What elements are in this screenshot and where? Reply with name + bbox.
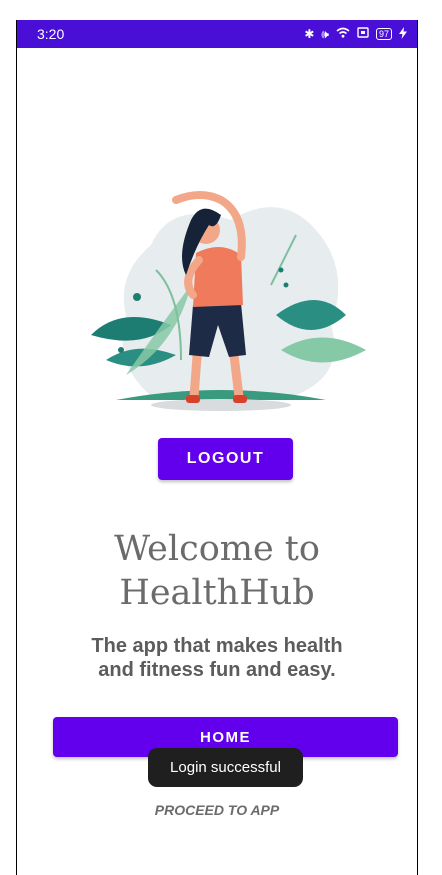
proceed-to-app-link[interactable]: PROCEED TO APP <box>17 802 417 818</box>
login-toast: Login successful <box>148 748 303 787</box>
tagline-line-2: and fitness fun and easy. <box>98 659 336 681</box>
status-time: 3:20 <box>37 26 65 42</box>
vibrate-icon: 🕪 <box>321 26 329 41</box>
exercise-illustration <box>91 191 366 411</box>
app-screen: 3:20 ✱ 🕪 97 LOGOUT Welcome to HealthHub … <box>16 20 418 875</box>
status-bar: 3:20 ✱ 🕪 97 <box>17 20 417 48</box>
welcome-line-2: HealthHub <box>119 573 315 613</box>
battery-icon: 97 <box>375 28 392 40</box>
bluetooth-icon: ✱ <box>304 27 315 41</box>
welcome-line-1: Welcome to <box>114 529 320 569</box>
logout-button[interactable]: LOGOUT <box>158 438 293 480</box>
wifi-icon <box>336 27 350 41</box>
tagline: The app that makes health and fitness fu… <box>47 634 387 682</box>
tagline-line-1: The app that makes health <box>91 635 343 657</box>
welcome-heading: Welcome to HealthHub <box>17 527 417 615</box>
status-icons: ✱ 🕪 97 <box>304 26 407 42</box>
screen-cast-icon <box>357 27 369 41</box>
charging-icon <box>399 26 407 42</box>
